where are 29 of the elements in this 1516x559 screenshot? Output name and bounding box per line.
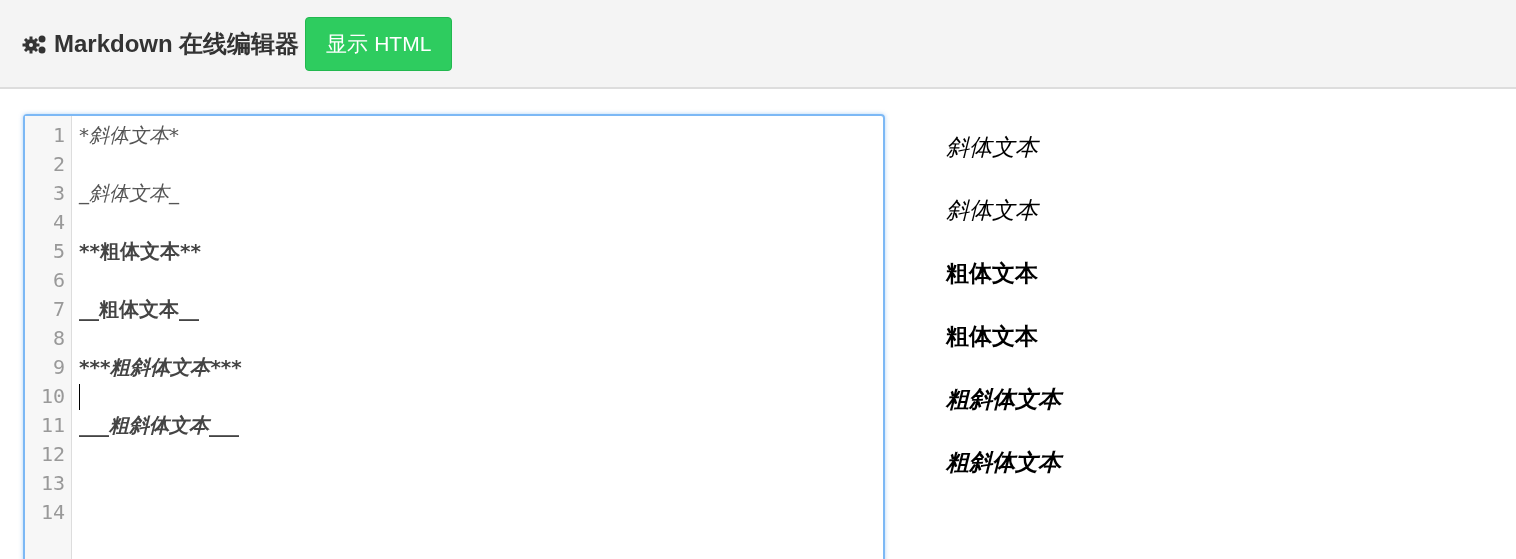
code-text: _斜体文本_ — [79, 180, 179, 207]
line-number: 5 — [51, 238, 66, 265]
preview-text: 斜体文本 — [946, 134, 1038, 160]
line-number: 13 — [39, 470, 66, 497]
line-number: 7 — [51, 296, 66, 323]
line-number: 11 — [39, 412, 66, 439]
code-text: *** — [79, 354, 111, 381]
markdown-editor[interactable]: 1 2 3 4 5 6 7 8 9 10 11 12 13 14 *斜体文本* _斜体文本_ **粗体文本** __粗体文本__ ***粗斜体文本*** ___粗斜体文本___ — [23, 114, 885, 559]
code-text: ___ — [79, 412, 109, 439]
line-number: 6 — [51, 267, 66, 294]
line-number: 9 — [51, 354, 66, 381]
line-number: 12 — [39, 441, 66, 468]
line-number: 14 — [39, 499, 66, 526]
line-number: 4 — [51, 209, 66, 236]
app-title: Markdown 在线编辑器 — [54, 28, 300, 59]
code-text: __粗体文本__ — [79, 296, 199, 323]
preview-text: 粗体文本 — [946, 260, 1038, 286]
code-text: 粗斜体文本 — [109, 412, 209, 439]
line-number: 8 — [51, 325, 66, 352]
code-text: *** — [210, 354, 242, 381]
line-number: 3 — [51, 180, 66, 207]
line-number: 10 — [39, 383, 66, 410]
code-text: **粗体文本** — [79, 238, 201, 265]
code-text: *斜体文本* — [79, 122, 179, 149]
code-text: 粗斜体文本 — [110, 354, 211, 381]
line-number: 2 — [51, 151, 66, 178]
preview-text: 斜体文本 — [946, 197, 1038, 223]
line-number: 1 — [51, 122, 66, 149]
preview-text: 粗体文本 — [946, 323, 1038, 349]
